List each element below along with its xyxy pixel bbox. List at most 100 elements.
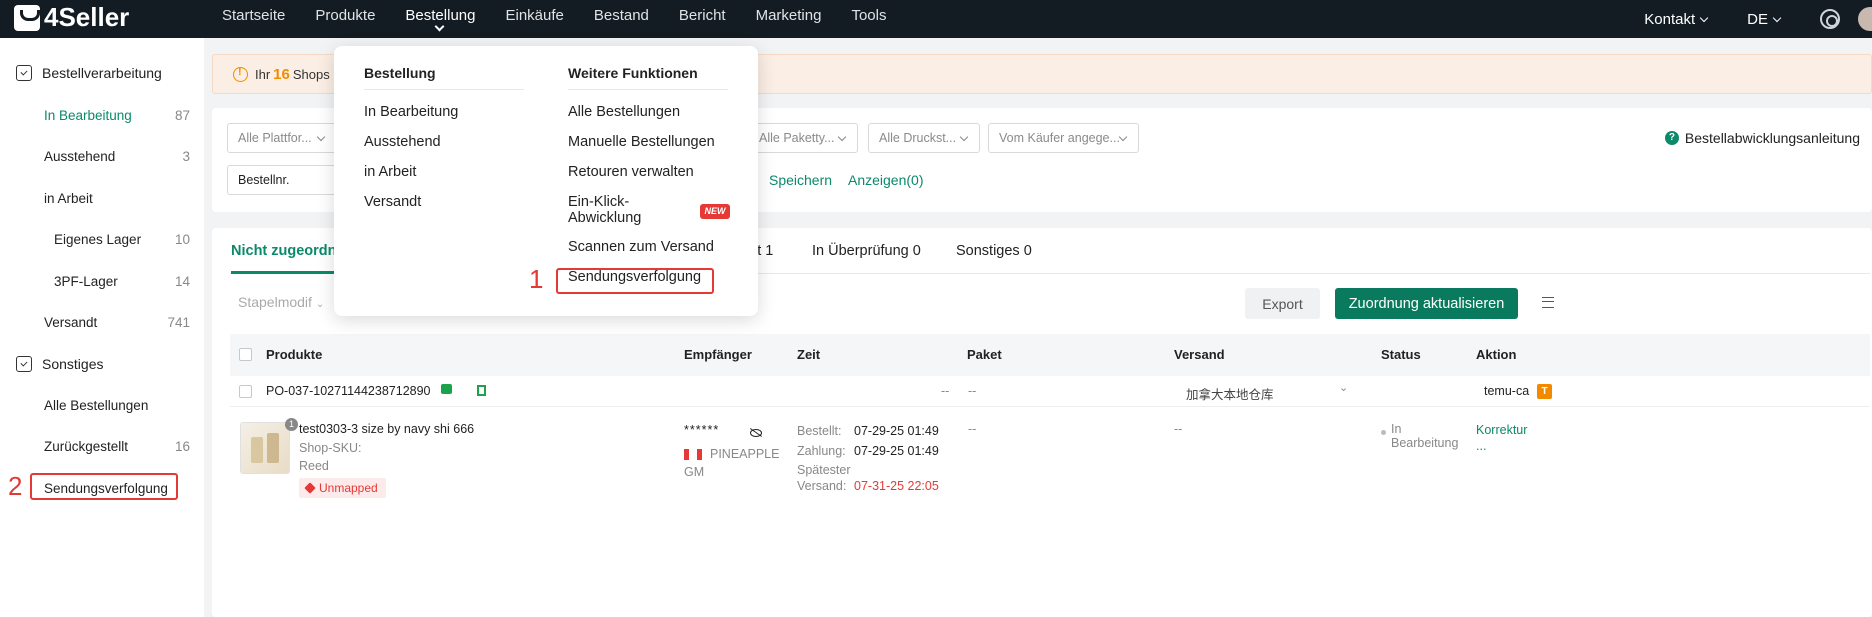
nav-bericht[interactable]: Bericht bbox=[679, 0, 726, 38]
buyer-select[interactable]: Vom Käufer angege... bbox=[988, 123, 1139, 153]
unmapped-label: Unmapped bbox=[319, 481, 378, 495]
nav-startseite[interactable]: Startseite bbox=[222, 0, 285, 38]
sidebar-group-label: Sonstiges bbox=[42, 356, 104, 372]
language-dropdown[interactable]: DE bbox=[1747, 11, 1782, 28]
export-button[interactable]: Export bbox=[1245, 288, 1320, 319]
order-dash: -- bbox=[941, 384, 950, 398]
bookmark-flag-icon[interactable] bbox=[477, 385, 486, 396]
nav-right: Kontakt DE bbox=[1644, 0, 1872, 38]
header-empfaenger: Empfänger bbox=[684, 347, 752, 362]
menu-item-in-arbeit[interactable]: in Arbeit bbox=[364, 164, 416, 180]
order-item-row: 1 test0303-3 size by navy shi 666 Shop-S… bbox=[230, 408, 1870, 518]
highlight-box-2 bbox=[30, 473, 178, 500]
header-status: Status bbox=[1381, 347, 1421, 362]
buyer-select-value: Vom Käufer angege... bbox=[999, 131, 1120, 145]
show-filter-link[interactable]: Anzeigen(0) bbox=[848, 172, 924, 188]
order-id[interactable]: PO-037-10271144238712890 bbox=[266, 384, 431, 398]
highlight-box-1 bbox=[556, 268, 714, 294]
sidebar-item-in-arbeit[interactable]: in Arbeit bbox=[44, 191, 190, 206]
product-thumbnail[interactable] bbox=[240, 422, 290, 474]
platform-select[interactable]: Alle Plattfor... bbox=[227, 123, 337, 153]
ordered-label: Bestellt: bbox=[797, 424, 842, 438]
sidebar-item-ausstehend[interactable]: Ausstehend 3 bbox=[44, 149, 190, 164]
status-line1: In bbox=[1391, 422, 1402, 436]
sidebar-item-eigenes-lager[interactable]: Eigenes Lager 10 bbox=[54, 232, 190, 247]
eye-off-icon[interactable] bbox=[750, 429, 762, 437]
sidebar-item-label: Versandt bbox=[44, 315, 98, 330]
avatar[interactable] bbox=[1858, 7, 1872, 31]
menu-item-alle-bestellungen[interactable]: Alle Bestellungen bbox=[568, 104, 680, 120]
unmapped-badge: Unmapped bbox=[299, 478, 386, 498]
clipboard-icon bbox=[16, 356, 32, 372]
sidebar-item-alle-bestellungen[interactable]: Alle Bestellungen bbox=[44, 398, 190, 413]
order-guide-link[interactable]: ? Bestellabwicklungsanleitung bbox=[1664, 130, 1860, 146]
new-badge: NEW bbox=[700, 204, 730, 219]
gear-icon[interactable] bbox=[1820, 9, 1840, 29]
notice-prefix: Ihr bbox=[255, 66, 271, 82]
nav-bestellung[interactable]: Bestellung bbox=[405, 0, 475, 38]
nav-einkaeufe[interactable]: Einkäufe bbox=[505, 0, 563, 38]
menu-item-in-bearbeitung[interactable]: In Bearbeitung bbox=[364, 104, 458, 120]
sidebar-item-in-bearbeitung[interactable]: In Bearbeitung 87 bbox=[44, 108, 190, 123]
update-mapping-button[interactable]: Zuordnung aktualisieren bbox=[1335, 288, 1518, 319]
header-produkte: Produkte bbox=[266, 347, 323, 362]
sidebar-item-count: 741 bbox=[167, 315, 190, 330]
menu-item-label: Abwicklung bbox=[568, 210, 642, 226]
sidebar-item-count: 10 bbox=[174, 232, 190, 247]
tab-in-ueberpruefung[interactable]: In Überprüfung 0 bbox=[812, 243, 921, 259]
variant-label: Reed bbox=[299, 459, 329, 473]
menu-item-manuelle-bestellungen[interactable]: Manuelle Bestellungen bbox=[568, 134, 715, 150]
chat-icon[interactable] bbox=[441, 384, 452, 394]
more-actions-link[interactable]: ... bbox=[1476, 439, 1486, 453]
app-logo[interactable]: 4Seller bbox=[14, 2, 129, 33]
chevron-down-icon bbox=[1772, 13, 1782, 22]
nav-tools[interactable]: Tools bbox=[851, 0, 886, 38]
nav-marketing[interactable]: Marketing bbox=[756, 0, 822, 38]
sidebar-group-bestellverarbeitung[interactable]: Bestellverarbeitung bbox=[16, 65, 162, 81]
package-value: -- bbox=[968, 422, 977, 436]
warehouse-select[interactable]: 加拿大本地仓库 bbox=[1186, 384, 1274, 403]
nav-bestand[interactable]: Bestand bbox=[594, 0, 649, 38]
batch-modify-dropdown[interactable]: Stapelmodif ⌄ bbox=[238, 294, 324, 310]
order-number-field[interactable]: Bestellnr. bbox=[227, 165, 347, 195]
menu-item-versandt[interactable]: Versandt bbox=[364, 194, 421, 210]
package-type-select[interactable]: Alle Paketty... bbox=[748, 123, 858, 153]
temu-store-icon: T bbox=[1537, 384, 1552, 399]
recipient-name-line1: PINEAPPLE bbox=[710, 447, 780, 461]
chevron-down-icon[interactable]: ⌄ bbox=[1339, 381, 1348, 394]
product-title[interactable]: test0303-3 size by navy shi 666 bbox=[299, 422, 474, 436]
sidebar-group-sonstiges[interactable]: Sonstiges bbox=[16, 356, 103, 372]
order-checkbox[interactable] bbox=[239, 385, 252, 398]
menu-item-retouren-verwalten[interactable]: Retouren verwalten bbox=[568, 164, 694, 180]
divider bbox=[568, 89, 728, 90]
menu-item-ein-klick-abwicklung[interactable]: Ein-Klick- Abwicklung bbox=[568, 194, 641, 226]
nav-produkte[interactable]: Produkte bbox=[315, 0, 375, 38]
sidebar-item-versandt[interactable]: Versandt 741 bbox=[44, 315, 190, 330]
batch-label: Stapelmodif bbox=[238, 294, 312, 310]
sidebar-item-zurueckgestellt[interactable]: Zurückgestellt 16 bbox=[44, 439, 190, 454]
menu-item-scannen-zum-versand[interactable]: Scannen zum Versand bbox=[568, 239, 714, 255]
package-type-value: Alle Paketty... bbox=[759, 131, 835, 145]
payment-label: Zahlung: bbox=[797, 444, 846, 458]
tab-sonstiges[interactable]: Sonstiges 0 bbox=[956, 243, 1032, 259]
order-package-dash: -- bbox=[968, 384, 977, 398]
menu-item-ausstehend[interactable]: Ausstehend bbox=[364, 134, 441, 150]
print-status-select[interactable]: Alle Druckst... bbox=[868, 123, 980, 153]
contact-dropdown[interactable]: Kontakt bbox=[1644, 11, 1709, 28]
save-filter-link[interactable]: Speichern bbox=[769, 172, 832, 188]
latest-ship-value: 07-31-25 22:05 bbox=[854, 479, 939, 493]
latest-ship-label-1: Spätester bbox=[797, 463, 851, 477]
warning-icon bbox=[233, 66, 248, 82]
payment-value: 07-29-25 01:49 bbox=[854, 444, 939, 458]
sidebar-item-3pf-lager[interactable]: 3PF-Lager 14 bbox=[54, 274, 190, 289]
top-navigation-bar: 4Seller Startseite Produkte Bestellung E… bbox=[0, 0, 1872, 38]
select-all-checkbox[interactable] bbox=[239, 348, 252, 361]
correction-link[interactable]: Korrektur bbox=[1476, 423, 1527, 437]
header-versand: Versand bbox=[1174, 347, 1225, 362]
dropdown-col1-title: Bestellung bbox=[364, 65, 436, 81]
nav-bestellung-label: Bestellung bbox=[405, 7, 476, 24]
tab-nicht-zugeordnet[interactable]: Nicht zugeordne bbox=[231, 243, 345, 259]
column-settings-icon[interactable] bbox=[1542, 297, 1554, 308]
recipient-masked: ****** bbox=[684, 423, 720, 437]
sidebar-item-count: 3 bbox=[182, 149, 190, 164]
